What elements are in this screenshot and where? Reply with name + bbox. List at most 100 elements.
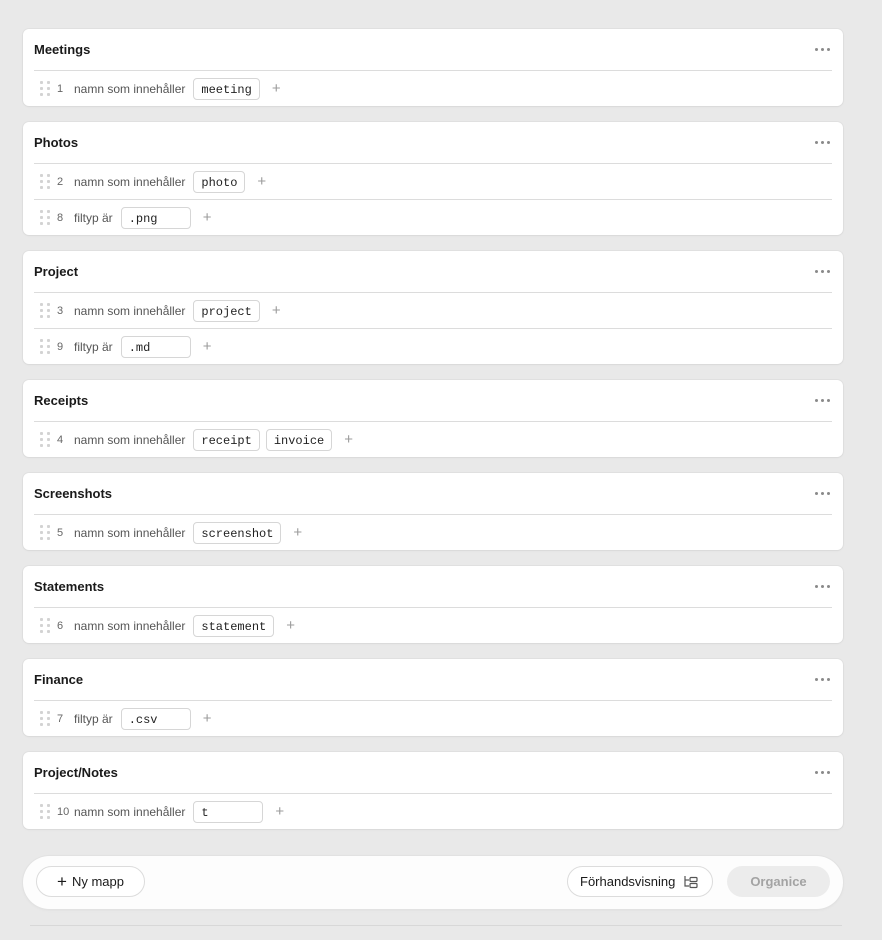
folder-title: Receipts	[34, 393, 89, 408]
rule-row: 9 filtyp är .md +	[34, 328, 832, 364]
more-horizontal-icon[interactable]	[813, 672, 832, 687]
folder-title: Statements	[34, 579, 105, 594]
folder-card: Meetings 1 namn som innehåller meeting +	[23, 29, 843, 106]
list-bottom-divider	[30, 925, 842, 926]
rule-number: 6	[57, 619, 64, 632]
rule-row: 6 namn som innehåller statement +	[34, 608, 832, 643]
rule-value-input[interactable]: screenshot	[193, 521, 282, 544]
rule-row: 7 filtyp är .csv +	[34, 701, 832, 736]
folder-card: Project/Notes 10 namn som innehåller t +	[23, 752, 843, 829]
rule-value-input[interactable]: statement	[193, 614, 275, 637]
folder-card: Receipts 4 namn som innehåller receipt invoi…	[23, 380, 843, 457]
rule-number: 5	[57, 526, 64, 539]
drag-handle-icon[interactable]	[40, 339, 50, 355]
plus-icon[interactable]: +	[203, 711, 212, 726]
folder-list: Meetings 1 namn som innehåller meeting + Phot…	[23, 29, 843, 845]
folder-card: Project 3 namn som innehåller project +9 filt…	[23, 251, 843, 364]
organize-label: Organice	[750, 874, 807, 889]
rule-row: 5 namn som innehåller screenshot +	[34, 515, 832, 550]
folder-header: Project/Notes	[34, 752, 832, 794]
folder-header: Finance	[34, 659, 832, 701]
more-horizontal-icon[interactable]	[813, 393, 832, 408]
folder-title: Screenshots	[34, 486, 113, 501]
rule-value-input[interactable]: project	[193, 299, 260, 322]
rule-number: 8	[57, 211, 64, 224]
more-horizontal-icon[interactable]	[813, 579, 832, 594]
rule-number: 3	[57, 304, 64, 317]
rule-value-input[interactable]: t	[193, 800, 264, 823]
rule-row: 8 filtyp är .png +	[34, 199, 832, 235]
drag-handle-icon[interactable]	[40, 210, 50, 226]
drag-handle-icon[interactable]	[40, 303, 50, 319]
folder-header: Statements	[34, 566, 832, 608]
folder-card: Statements 6 namn som innehåller statement +	[23, 566, 843, 643]
drag-handle-icon[interactable]	[40, 618, 50, 634]
more-horizontal-icon[interactable]	[813, 264, 832, 279]
drag-handle-icon[interactable]	[40, 525, 50, 541]
preview-label: Förhandsvisning	[580, 874, 676, 889]
plus-icon: +	[57, 872, 67, 891]
rule-value-input[interactable]: .md	[120, 335, 191, 358]
rule-value-input[interactable]: meeting	[193, 77, 260, 100]
plus-icon[interactable]: +	[272, 303, 281, 318]
rule-condition-label: namn som innehåller	[74, 525, 186, 540]
rule-value-input[interactable]: photo	[193, 170, 246, 193]
drag-handle-icon[interactable]	[40, 81, 50, 97]
rule-row: 10 namn som innehåller t +	[34, 794, 832, 829]
bottom-toolbar: + Ny mapp Förhandsvisning Organice	[23, 856, 843, 909]
plus-icon[interactable]: +	[275, 804, 284, 819]
plus-icon[interactable]: +	[286, 618, 295, 633]
folder-card: Finance 7 filtyp är .csv +	[23, 659, 843, 736]
rule-condition-label: namn som innehåller	[74, 432, 186, 447]
rule-value-input[interactable]: receipt	[193, 428, 260, 451]
folder-title: Project/Notes	[34, 765, 118, 780]
organize-button[interactable]: Organice	[727, 866, 830, 897]
rule-row: 1 namn som innehåller meeting +	[34, 71, 832, 106]
rule-number: 4	[57, 433, 64, 446]
rule-number: 2	[57, 175, 64, 188]
rule-value-input[interactable]: .png	[120, 206, 191, 229]
rule-condition-label: namn som innehåller	[74, 303, 186, 318]
folder-header: Project	[34, 251, 832, 293]
rule-condition-label: namn som innehåller	[74, 618, 186, 633]
rule-row: 4 namn som innehåller receipt invoice +	[34, 422, 832, 457]
rule-value-input[interactable]: .csv	[120, 707, 191, 730]
folder-title: Photos	[34, 135, 79, 150]
folder-tree-icon	[684, 875, 698, 888]
folder-card: Screenshots 5 namn som innehåller screensho…	[23, 473, 843, 550]
rule-value-input[interactable]: invoice	[265, 428, 333, 451]
new-folder-button[interactable]: + Ny mapp	[36, 866, 145, 897]
more-horizontal-icon[interactable]	[813, 765, 832, 780]
plus-icon[interactable]: +	[203, 210, 212, 225]
folder-header: Photos	[34, 122, 832, 164]
new-folder-label: Ny mapp	[71, 874, 124, 889]
rule-number: 7	[57, 712, 64, 725]
drag-handle-icon[interactable]	[40, 174, 50, 190]
preview-button[interactable]: Förhandsvisning	[567, 866, 713, 897]
drag-handle-icon[interactable]	[40, 804, 50, 820]
rule-number: 9	[57, 340, 64, 353]
rule-number: 1	[57, 82, 64, 95]
more-horizontal-icon[interactable]	[813, 486, 832, 501]
plus-icon[interactable]: +	[203, 339, 212, 354]
rule-number: 10	[57, 805, 70, 818]
plus-icon[interactable]: +	[293, 525, 302, 540]
rule-condition-label: filtyp är	[74, 711, 113, 726]
plus-icon[interactable]: +	[257, 174, 266, 189]
folder-header: Receipts	[34, 380, 832, 422]
folder-title: Project	[34, 264, 79, 279]
plus-icon[interactable]: +	[272, 81, 281, 96]
rule-row: 3 namn som innehåller project +	[34, 293, 832, 328]
plus-icon[interactable]: +	[344, 432, 353, 447]
folder-header: Meetings	[34, 29, 832, 71]
drag-handle-icon[interactable]	[40, 432, 50, 448]
folder-header: Screenshots	[34, 473, 832, 515]
rule-condition-label: filtyp är	[74, 339, 113, 354]
folder-title: Finance	[34, 672, 84, 687]
drag-handle-icon[interactable]	[40, 711, 50, 727]
folder-card: Photos 2 namn som innehåller photo +8 filtyp …	[23, 122, 843, 235]
rule-condition-label: filtyp är	[74, 210, 113, 225]
more-horizontal-icon[interactable]	[813, 42, 832, 57]
more-horizontal-icon[interactable]	[813, 135, 832, 150]
rule-row: 2 namn som innehåller photo +	[34, 164, 832, 199]
